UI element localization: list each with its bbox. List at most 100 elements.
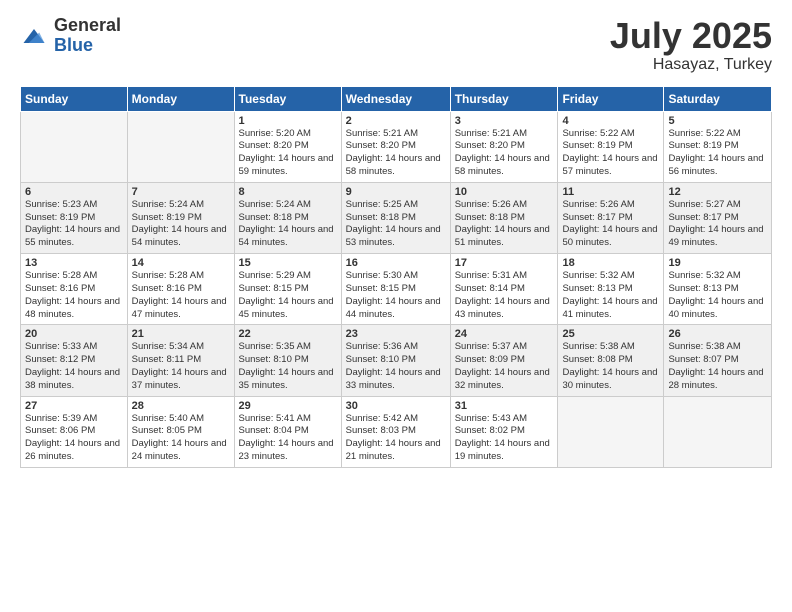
day-cell: 31Sunrise: 5:43 AMSunset: 8:02 PMDayligh… <box>450 396 558 467</box>
day-info: Sunrise: 5:43 AMSunset: 8:02 PMDaylight:… <box>455 413 554 464</box>
day-number: 17 <box>455 257 554 269</box>
day-cell: 18Sunrise: 5:32 AMSunset: 8:13 PMDayligh… <box>558 254 664 325</box>
day-info: Sunrise: 5:31 AMSunset: 8:14 PMDaylight:… <box>455 270 554 321</box>
day-number: 24 <box>455 328 554 340</box>
day-info: Sunrise: 5:39 AMSunset: 8:06 PMDaylight:… <box>25 413 123 464</box>
day-cell: 25Sunrise: 5:38 AMSunset: 8:08 PMDayligh… <box>558 325 664 396</box>
day-info: Sunrise: 5:23 AMSunset: 8:19 PMDaylight:… <box>25 199 123 250</box>
day-info: Sunrise: 5:32 AMSunset: 8:13 PMDaylight:… <box>562 270 659 321</box>
day-info: Sunrise: 5:29 AMSunset: 8:15 PMDaylight:… <box>239 270 337 321</box>
day-cell: 10Sunrise: 5:26 AMSunset: 8:18 PMDayligh… <box>450 182 558 253</box>
day-number: 8 <box>239 186 337 198</box>
day-cell: 28Sunrise: 5:40 AMSunset: 8:05 PMDayligh… <box>127 396 234 467</box>
day-number: 6 <box>25 186 123 198</box>
day-number: 11 <box>562 186 659 198</box>
day-number: 2 <box>346 115 446 127</box>
day-cell: 2Sunrise: 5:21 AMSunset: 8:20 PMDaylight… <box>341 111 450 182</box>
day-cell: 5Sunrise: 5:22 AMSunset: 8:19 PMDaylight… <box>664 111 772 182</box>
day-info: Sunrise: 5:40 AMSunset: 8:05 PMDaylight:… <box>132 413 230 464</box>
day-cell: 30Sunrise: 5:42 AMSunset: 8:03 PMDayligh… <box>341 396 450 467</box>
day-cell: 26Sunrise: 5:38 AMSunset: 8:07 PMDayligh… <box>664 325 772 396</box>
day-info: Sunrise: 5:24 AMSunset: 8:18 PMDaylight:… <box>239 199 337 250</box>
col-monday: Monday <box>127 86 234 111</box>
week-row-2: 6Sunrise: 5:23 AMSunset: 8:19 PMDaylight… <box>21 182 772 253</box>
day-info: Sunrise: 5:21 AMSunset: 8:20 PMDaylight:… <box>455 128 554 179</box>
day-info: Sunrise: 5:38 AMSunset: 8:07 PMDaylight:… <box>668 341 767 392</box>
day-number: 12 <box>668 186 767 198</box>
day-cell: 23Sunrise: 5:36 AMSunset: 8:10 PMDayligh… <box>341 325 450 396</box>
day-cell: 9Sunrise: 5:25 AMSunset: 8:18 PMDaylight… <box>341 182 450 253</box>
col-tuesday: Tuesday <box>234 86 341 111</box>
day-cell: 12Sunrise: 5:27 AMSunset: 8:17 PMDayligh… <box>664 182 772 253</box>
day-number: 26 <box>668 328 767 340</box>
day-info: Sunrise: 5:28 AMSunset: 8:16 PMDaylight:… <box>25 270 123 321</box>
day-cell <box>127 111 234 182</box>
day-info: Sunrise: 5:26 AMSunset: 8:18 PMDaylight:… <box>455 199 554 250</box>
week-row-3: 13Sunrise: 5:28 AMSunset: 8:16 PMDayligh… <box>21 254 772 325</box>
day-info: Sunrise: 5:33 AMSunset: 8:12 PMDaylight:… <box>25 341 123 392</box>
day-number: 15 <box>239 257 337 269</box>
title-section: July 2025 Hasayaz, Turkey <box>610 16 772 74</box>
day-info: Sunrise: 5:26 AMSunset: 8:17 PMDaylight:… <box>562 199 659 250</box>
day-number: 23 <box>346 328 446 340</box>
day-number: 22 <box>239 328 337 340</box>
day-number: 25 <box>562 328 659 340</box>
day-number: 10 <box>455 186 554 198</box>
day-number: 13 <box>25 257 123 269</box>
day-number: 20 <box>25 328 123 340</box>
day-number: 19 <box>668 257 767 269</box>
day-cell: 7Sunrise: 5:24 AMSunset: 8:19 PMDaylight… <box>127 182 234 253</box>
day-info: Sunrise: 5:38 AMSunset: 8:08 PMDaylight:… <box>562 341 659 392</box>
day-number: 16 <box>346 257 446 269</box>
calendar-header-row: Sunday Monday Tuesday Wednesday Thursday… <box>21 86 772 111</box>
logo: General Blue <box>20 16 121 56</box>
day-cell: 20Sunrise: 5:33 AMSunset: 8:12 PMDayligh… <box>21 325 128 396</box>
day-cell: 13Sunrise: 5:28 AMSunset: 8:16 PMDayligh… <box>21 254 128 325</box>
day-cell: 1Sunrise: 5:20 AMSunset: 8:20 PMDaylight… <box>234 111 341 182</box>
day-number: 4 <box>562 115 659 127</box>
day-cell: 16Sunrise: 5:30 AMSunset: 8:15 PMDayligh… <box>341 254 450 325</box>
day-number: 21 <box>132 328 230 340</box>
logo-blue-text: Blue <box>54 36 121 56</box>
day-number: 28 <box>132 400 230 412</box>
logo-icon <box>20 22 48 50</box>
day-info: Sunrise: 5:22 AMSunset: 8:19 PMDaylight:… <box>562 128 659 179</box>
day-number: 9 <box>346 186 446 198</box>
logo-general-text: General <box>54 16 121 36</box>
day-info: Sunrise: 5:25 AMSunset: 8:18 PMDaylight:… <box>346 199 446 250</box>
day-number: 31 <box>455 400 554 412</box>
day-cell <box>664 396 772 467</box>
day-cell: 3Sunrise: 5:21 AMSunset: 8:20 PMDaylight… <box>450 111 558 182</box>
day-cell: 14Sunrise: 5:28 AMSunset: 8:16 PMDayligh… <box>127 254 234 325</box>
week-row-5: 27Sunrise: 5:39 AMSunset: 8:06 PMDayligh… <box>21 396 772 467</box>
day-cell: 6Sunrise: 5:23 AMSunset: 8:19 PMDaylight… <box>21 182 128 253</box>
day-info: Sunrise: 5:42 AMSunset: 8:03 PMDaylight:… <box>346 413 446 464</box>
day-cell <box>558 396 664 467</box>
day-number: 30 <box>346 400 446 412</box>
day-info: Sunrise: 5:36 AMSunset: 8:10 PMDaylight:… <box>346 341 446 392</box>
col-friday: Friday <box>558 86 664 111</box>
location-title: Hasayaz, Turkey <box>610 56 772 74</box>
day-info: Sunrise: 5:28 AMSunset: 8:16 PMDaylight:… <box>132 270 230 321</box>
col-wednesday: Wednesday <box>341 86 450 111</box>
day-number: 14 <box>132 257 230 269</box>
day-cell <box>21 111 128 182</box>
page: General Blue July 2025 Hasayaz, Turkey S… <box>0 0 792 612</box>
day-number: 27 <box>25 400 123 412</box>
day-number: 29 <box>239 400 337 412</box>
logo-text: General Blue <box>54 16 121 56</box>
day-info: Sunrise: 5:22 AMSunset: 8:19 PMDaylight:… <box>668 128 767 179</box>
day-number: 7 <box>132 186 230 198</box>
day-cell: 4Sunrise: 5:22 AMSunset: 8:19 PMDaylight… <box>558 111 664 182</box>
day-cell: 17Sunrise: 5:31 AMSunset: 8:14 PMDayligh… <box>450 254 558 325</box>
day-info: Sunrise: 5:20 AMSunset: 8:20 PMDaylight:… <box>239 128 337 179</box>
day-info: Sunrise: 5:35 AMSunset: 8:10 PMDaylight:… <box>239 341 337 392</box>
day-info: Sunrise: 5:24 AMSunset: 8:19 PMDaylight:… <box>132 199 230 250</box>
day-cell: 27Sunrise: 5:39 AMSunset: 8:06 PMDayligh… <box>21 396 128 467</box>
week-row-4: 20Sunrise: 5:33 AMSunset: 8:12 PMDayligh… <box>21 325 772 396</box>
day-info: Sunrise: 5:21 AMSunset: 8:20 PMDaylight:… <box>346 128 446 179</box>
day-cell: 29Sunrise: 5:41 AMSunset: 8:04 PMDayligh… <box>234 396 341 467</box>
day-cell: 11Sunrise: 5:26 AMSunset: 8:17 PMDayligh… <box>558 182 664 253</box>
day-cell: 8Sunrise: 5:24 AMSunset: 8:18 PMDaylight… <box>234 182 341 253</box>
day-cell: 19Sunrise: 5:32 AMSunset: 8:13 PMDayligh… <box>664 254 772 325</box>
